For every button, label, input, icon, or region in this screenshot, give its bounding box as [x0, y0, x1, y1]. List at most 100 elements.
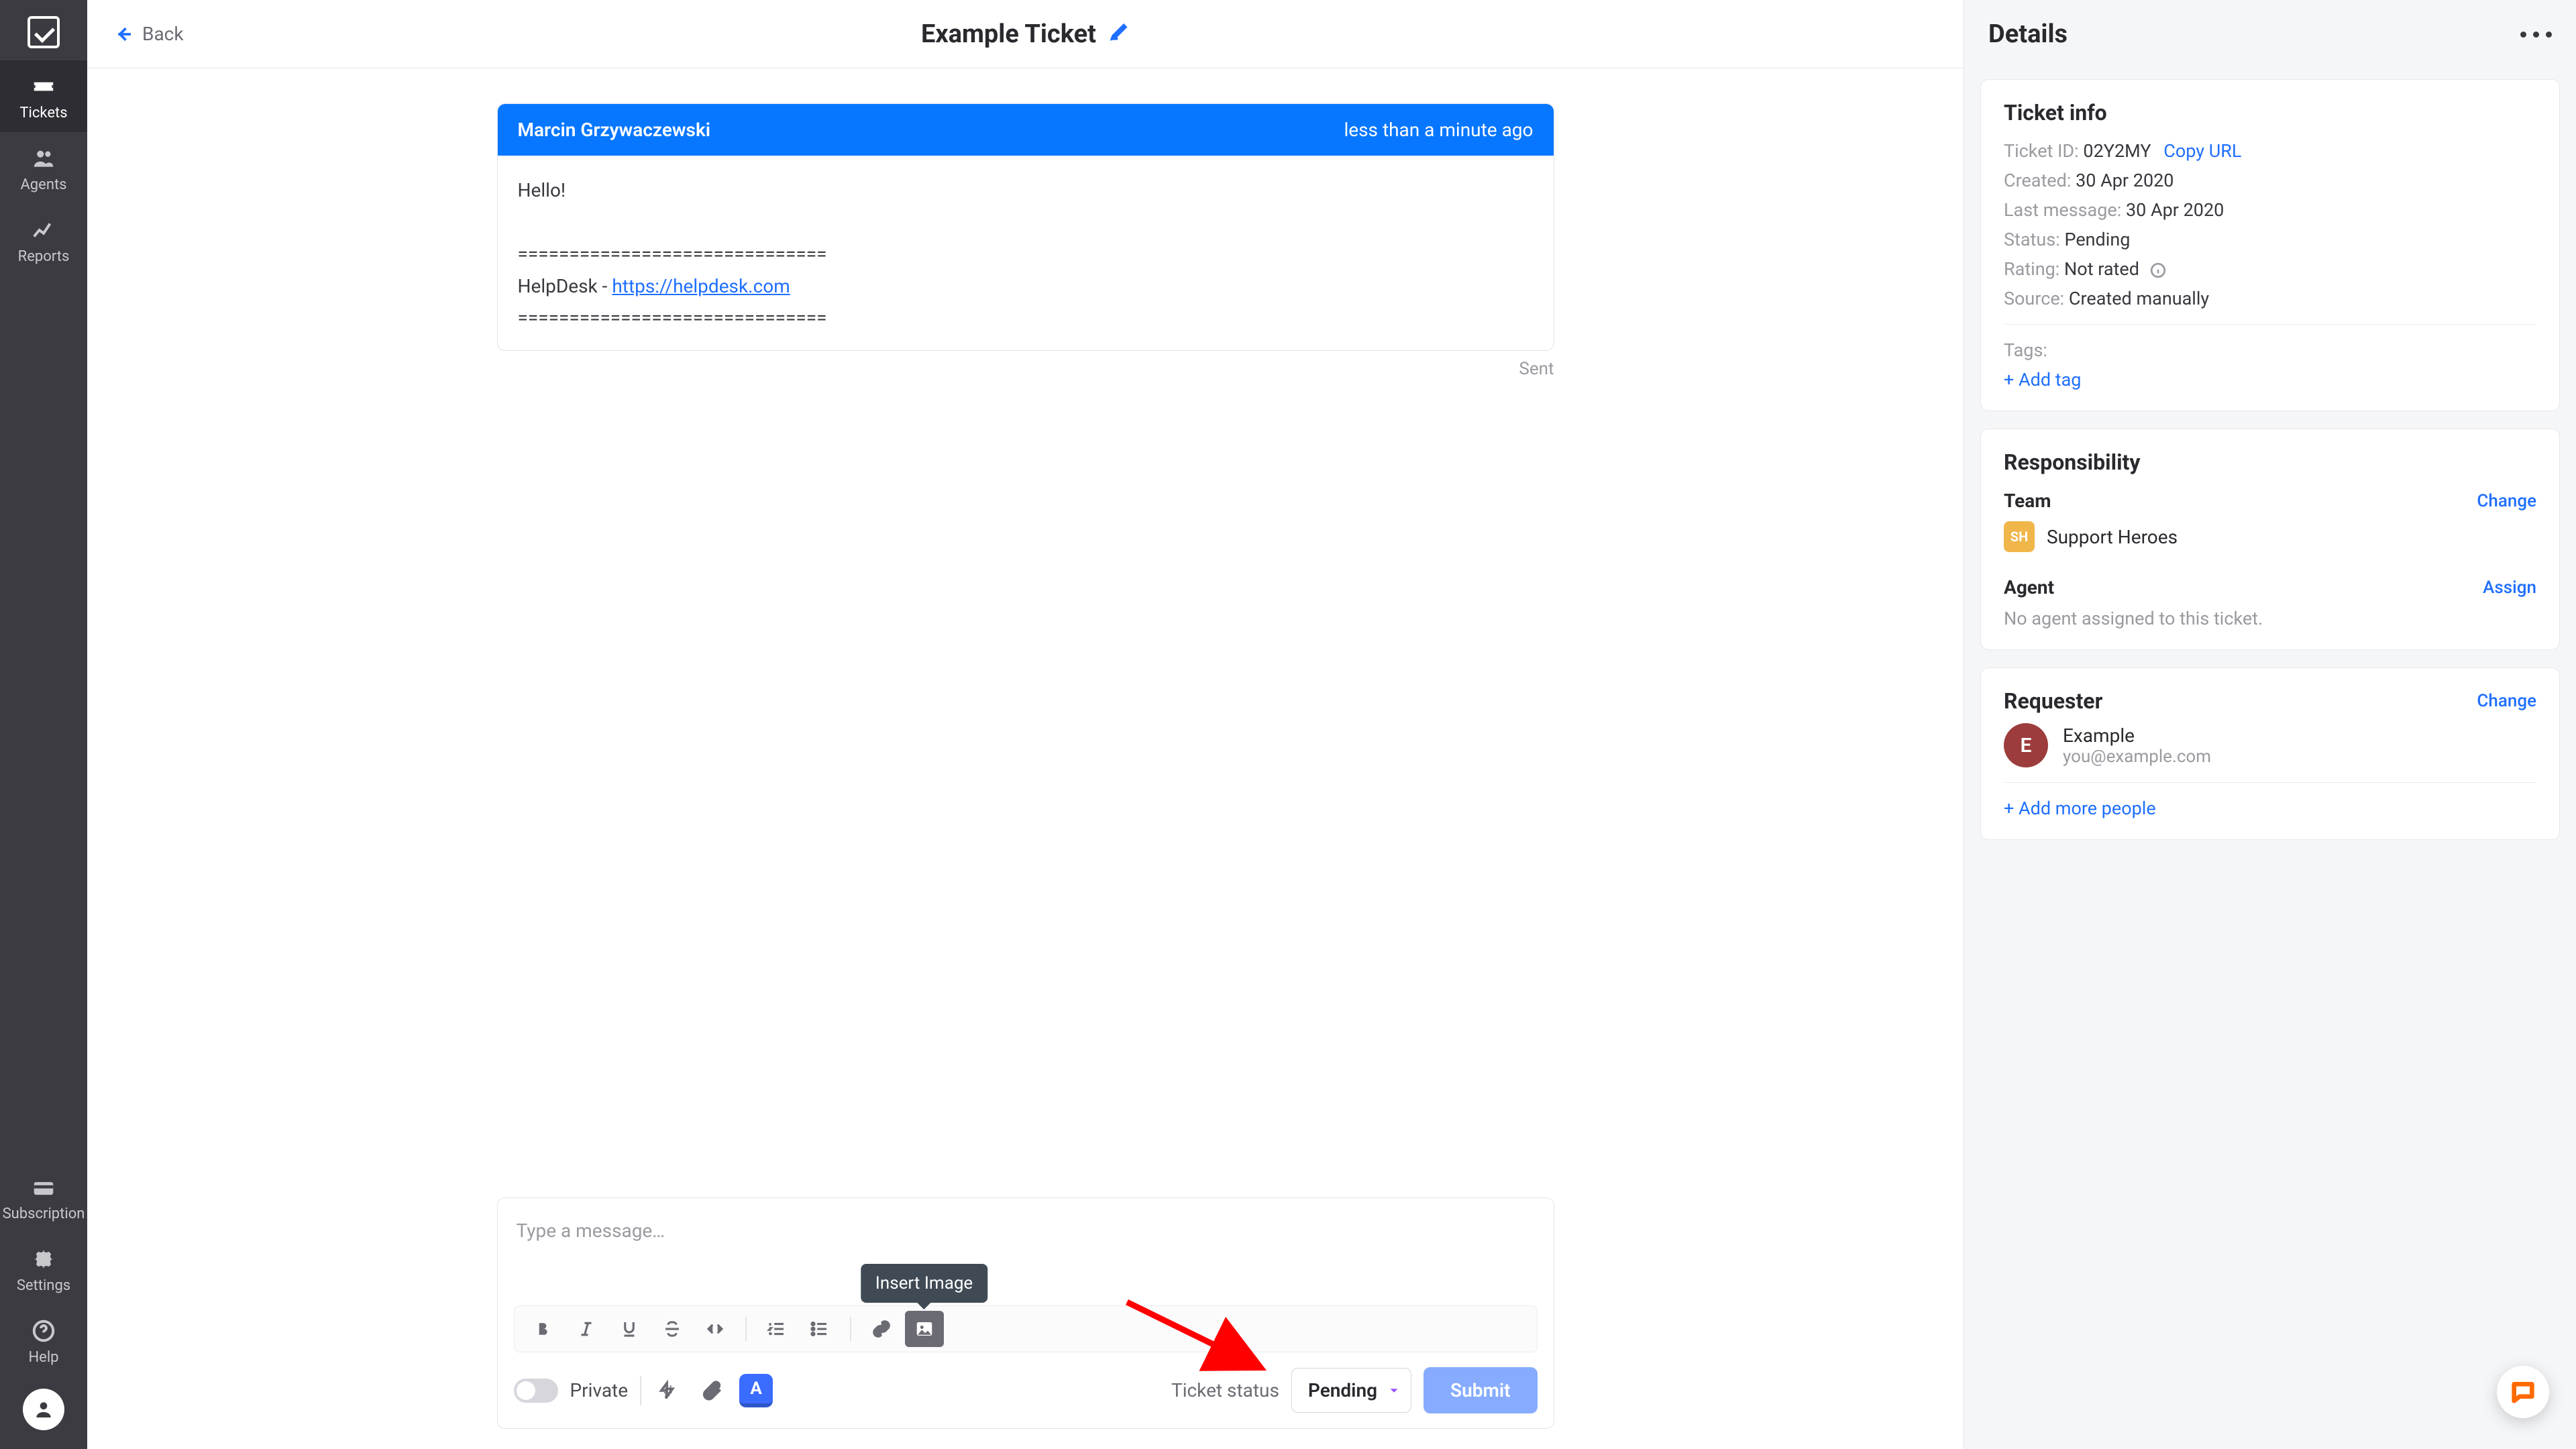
card-heading: Responsibility: [2004, 449, 2536, 475]
underline-button[interactable]: [610, 1311, 649, 1347]
svg-text:#: #: [663, 1382, 673, 1400]
status-select[interactable]: Pending: [1291, 1368, 1411, 1413]
nav-item-subscription[interactable]: Subscription: [0, 1161, 87, 1233]
separator: [640, 1376, 641, 1405]
text-color-button[interactable]: A: [739, 1374, 773, 1407]
requester-avatar: E: [2004, 723, 2048, 767]
gear-icon: [0, 1246, 87, 1272]
rating-row: Rating: Not rated: [2004, 258, 2536, 280]
chat-icon: [2510, 1379, 2536, 1405]
attachment-button[interactable]: [696, 1375, 727, 1406]
toolbar-separator: [745, 1317, 747, 1341]
nav-item-tickets[interactable]: Tickets: [0, 60, 87, 132]
ticket-info-card: Ticket info Ticket ID: 02Y2MY Copy URL C…: [1980, 79, 2560, 411]
message-header: Marcin Grzywaczewski less than a minute …: [498, 104, 1554, 156]
change-team-button[interactable]: Change: [2477, 491, 2536, 511]
image-icon: [914, 1319, 934, 1339]
message-body: Hello! ============================== He…: [498, 156, 1554, 350]
nav-label: Settings: [17, 1277, 70, 1294]
tooltip: Insert Image: [861, 1264, 987, 1303]
arrow-left-icon: [114, 24, 134, 44]
format-toolbar: Insert Image: [514, 1305, 1538, 1352]
tags-row: Tags:: [2004, 339, 2536, 361]
agent-empty: No agent assigned to this ticket.: [2004, 608, 2536, 629]
add-tag-button[interactable]: + Add tag: [2004, 369, 2536, 390]
nav-item-agents[interactable]: Agents: [0, 132, 87, 204]
chat-launcher[interactable]: [2497, 1366, 2549, 1418]
nav-rail: Tickets Agents Reports Subscription S: [0, 0, 87, 1449]
message-separator: ==============================: [518, 238, 1534, 270]
details-title: Details: [1988, 19, 2068, 49]
ordered-list-button[interactable]: [757, 1311, 796, 1347]
submit-button[interactable]: Submit: [1424, 1367, 1537, 1413]
nav-item-help[interactable]: Help: [0, 1305, 87, 1377]
details-body: Ticket info Ticket ID: 02Y2MY Copy URL C…: [1964, 68, 2576, 856]
nav-label: Tickets: [19, 105, 67, 121]
nav-label: Help: [28, 1349, 58, 1366]
nav-item-reports[interactable]: Reports: [0, 204, 87, 276]
private-label: Private: [570, 1379, 629, 1401]
message-input[interactable]: Type a message…: [514, 1212, 1538, 1305]
requester-card: Requester Change E Example you@example.c…: [1980, 667, 2560, 840]
copy-url-button[interactable]: Copy URL: [2163, 140, 2241, 162]
ticket-title: Example Ticket: [921, 19, 1130, 49]
link-button[interactable]: [862, 1311, 901, 1347]
signature-link[interactable]: https://helpdesk.com: [612, 275, 790, 297]
user-avatar[interactable]: [23, 1389, 64, 1430]
message-author: Marcin Grzywaczewski: [518, 119, 711, 141]
subscription-icon: [0, 1175, 87, 1200]
bold-button[interactable]: [524, 1311, 563, 1347]
strikethrough-button[interactable]: [653, 1311, 692, 1347]
toolbar-separator: [850, 1317, 851, 1341]
unordered-list-button[interactable]: [800, 1311, 839, 1347]
top-bar: Back Example Ticket: [87, 0, 1964, 68]
ticket-id-row: Ticket ID: 02Y2MY Copy URL: [2004, 140, 2536, 162]
private-toggle[interactable]: [514, 1379, 558, 1403]
team-badge: SH: [2004, 521, 2035, 552]
nav-label: Subscription: [3, 1205, 85, 1222]
agents-icon: [0, 146, 87, 171]
nav-label: Agents: [20, 176, 66, 193]
message-line: Hello!: [518, 174, 1534, 207]
canned-response-button[interactable]: #: [653, 1375, 684, 1406]
card-heading: Requester: [2004, 688, 2102, 714]
back-label: Back: [142, 23, 184, 45]
code-button[interactable]: [696, 1311, 735, 1347]
insert-image-button[interactable]: Insert Image: [905, 1311, 944, 1347]
info-icon[interactable]: [2149, 262, 2167, 279]
message-thread: Marcin Grzywaczewski less than a minute …: [87, 68, 1964, 1197]
agent-label: Agent: [2004, 576, 2054, 598]
requester-row: E Example you@example.com: [2004, 723, 2536, 767]
app-logo[interactable]: [28, 16, 60, 48]
add-people-button[interactable]: + Add more people: [2004, 798, 2536, 819]
edit-title-button[interactable]: [1108, 19, 1130, 49]
ticket-icon: [0, 74, 87, 99]
message-separator: ==============================: [518, 302, 1534, 334]
nav-item-settings[interactable]: Settings: [0, 1233, 87, 1305]
composer: Type a message… In: [497, 1197, 1554, 1429]
app-root: Tickets Agents Reports Subscription S: [0, 0, 2576, 1449]
status-select-value: Pending: [1308, 1379, 1377, 1401]
requester-name: Example: [2063, 724, 2211, 747]
back-button[interactable]: Back: [114, 23, 184, 45]
team-name: Support Heroes: [2047, 526, 2178, 548]
message-card: Marcin Grzywaczewski less than a minute …: [497, 103, 1554, 351]
composer-region: Type a message… In: [87, 1197, 1964, 1449]
team-row: SH Support Heroes: [2004, 521, 2536, 552]
details-panel: Details Ticket info Ticket ID: 02Y2MY Co…: [1964, 0, 2576, 1449]
reports-icon: [0, 217, 87, 243]
details-header: Details: [1964, 0, 2576, 68]
requester-email: you@example.com: [2063, 747, 2211, 767]
change-requester-button[interactable]: Change: [2477, 691, 2536, 711]
italic-button[interactable]: [567, 1311, 606, 1347]
message-signature: HelpDesk - https://helpdesk.com: [518, 270, 1534, 303]
center-column: Back Example Ticket Marcin Grzywaczewski…: [87, 0, 1964, 1449]
composer-actions: Private # A Ticket status Pending Submit: [514, 1367, 1538, 1413]
ticket-title-text: Example Ticket: [921, 19, 1096, 49]
assign-agent-button[interactable]: Assign: [2483, 578, 2536, 598]
more-menu-button[interactable]: [2520, 32, 2552, 38]
divider: [2004, 782, 2536, 783]
ticket-status-label: Ticket status: [1171, 1379, 1279, 1401]
help-icon: [0, 1318, 87, 1344]
chevron-down-icon: [1387, 1383, 1401, 1398]
